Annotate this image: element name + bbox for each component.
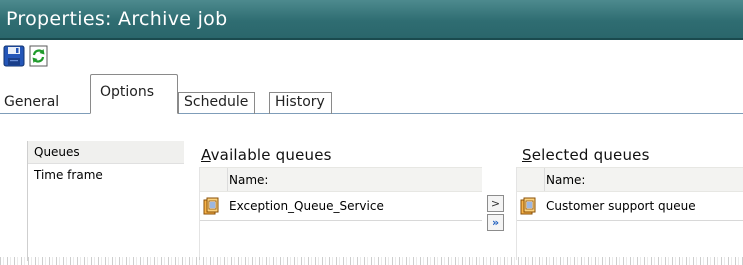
available-title-mnemonic: A	[201, 146, 211, 164]
header-gutter	[200, 168, 228, 191]
selected-queues-title: Selected queues	[522, 146, 650, 164]
header-gutter	[517, 168, 545, 191]
selected-queue-name: Customer support queue	[546, 199, 696, 213]
queue-icon	[520, 197, 538, 215]
tab-options[interactable]: Options	[90, 74, 178, 114]
tab-history[interactable]: History	[269, 92, 332, 114]
add-all-button[interactable]: »	[487, 214, 504, 231]
nav-item-time-frame[interactable]: Time frame	[28, 163, 184, 186]
selected-list-header: Name:	[517, 167, 743, 192]
available-queue-row[interactable]: Exception_Queue_Service	[200, 193, 482, 221]
tab-schedule[interactable]: Schedule	[178, 92, 256, 114]
selected-name-column[interactable]: Name:	[546, 173, 585, 187]
available-name-column[interactable]: Name:	[229, 173, 268, 187]
selected-queues-list[interactable]: Name: Customer support queue	[516, 167, 743, 260]
add-one-button[interactable]: >	[487, 195, 504, 212]
refresh-icon[interactable]	[28, 45, 50, 67]
save-icon[interactable]	[3, 45, 25, 67]
selected-queue-row[interactable]: Customer support queue	[517, 193, 743, 221]
nav-item-queues[interactable]: Queues	[28, 141, 184, 163]
options-nav: Queues Time frame	[27, 141, 184, 261]
available-list-header: Name:	[200, 167, 482, 192]
available-queues-list[interactable]: Name: Exception_Queue_Service	[199, 167, 482, 260]
window-title: Properties: Archive job	[6, 8, 228, 30]
available-queues-title: Available queues	[201, 146, 332, 164]
selected-title-rest: elected queues	[531, 146, 650, 164]
selected-title-mnemonic: S	[522, 146, 532, 164]
queue-icon	[203, 197, 221, 215]
screenshot-artifact-edge	[0, 257, 743, 265]
tab-strip: General Options Schedule History	[0, 74, 743, 114]
available-title-rest: vailable queues	[210, 146, 332, 164]
available-queue-name: Exception_Queue_Service	[229, 199, 384, 213]
toolbar	[0, 40, 743, 70]
tab-general[interactable]: General	[4, 94, 59, 110]
title-bar: Properties: Archive job	[0, 0, 743, 40]
